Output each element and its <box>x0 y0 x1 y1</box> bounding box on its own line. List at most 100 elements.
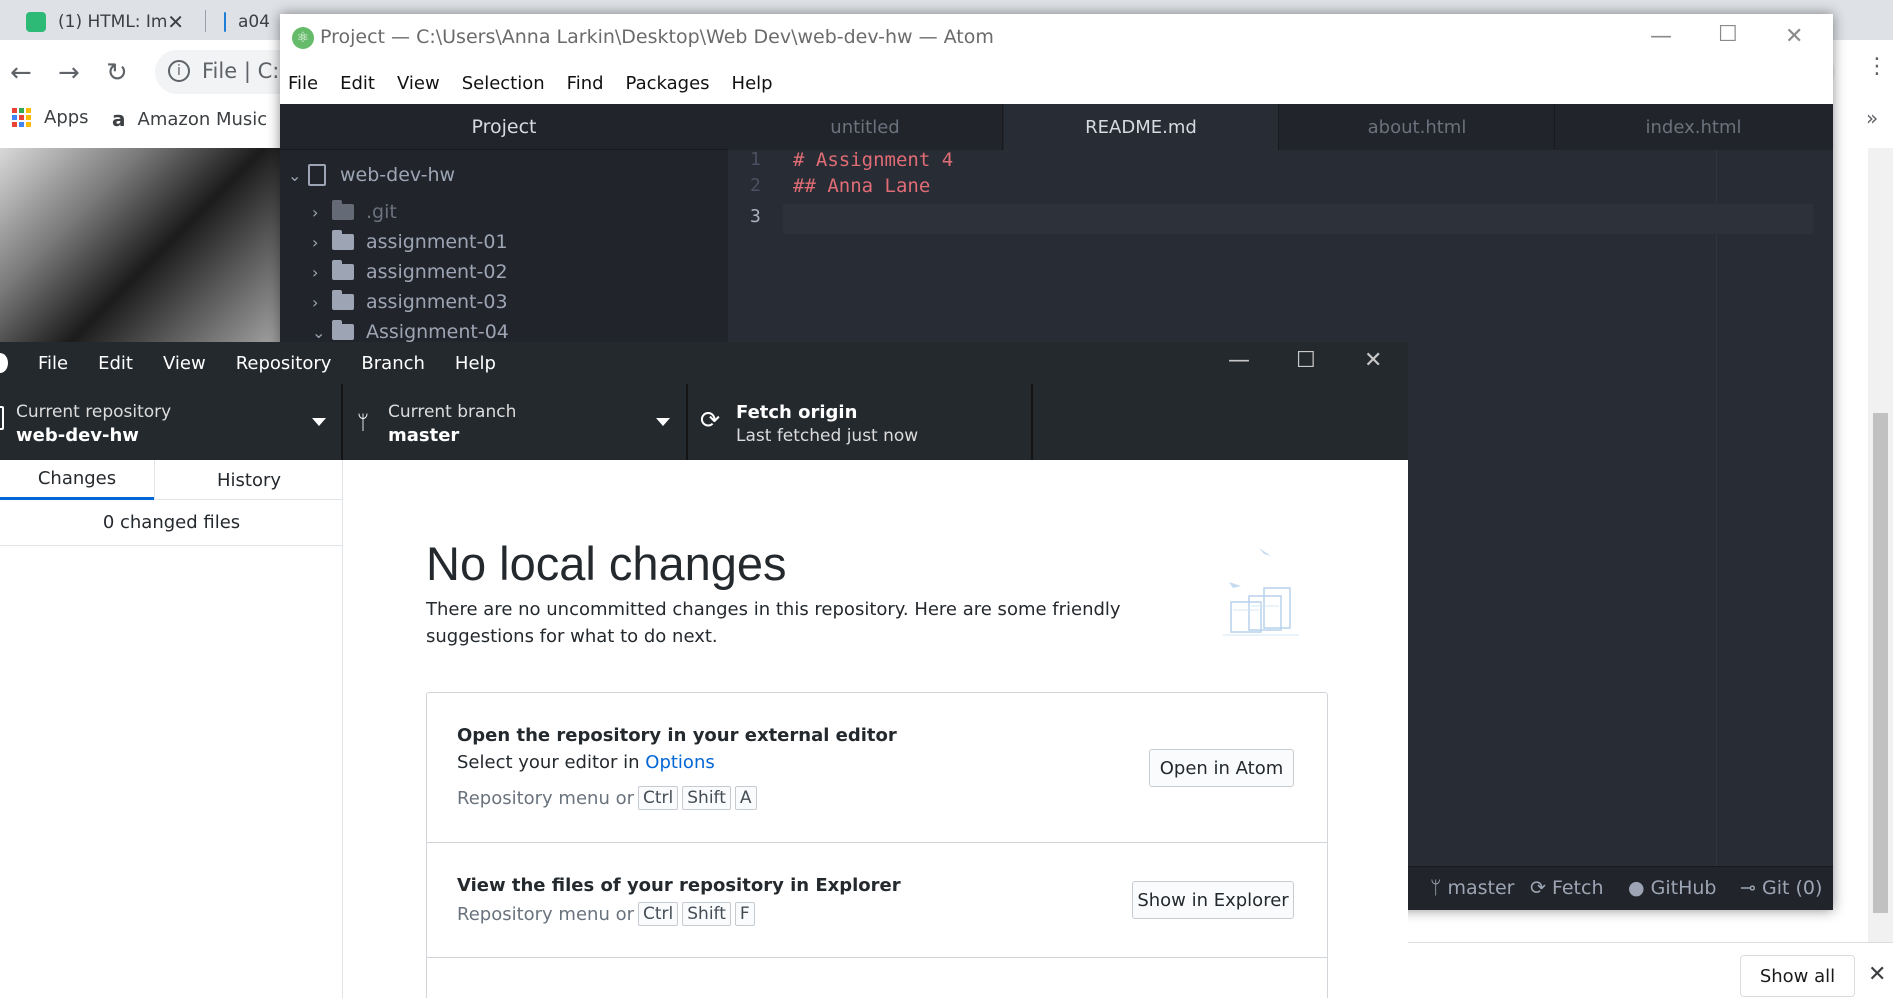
menu-view[interactable]: View <box>397 73 440 94</box>
sync-icon: ⟳ <box>700 406 721 434</box>
gh-menu-branch[interactable]: Branch <box>361 353 425 374</box>
chevron-right-icon: › <box>312 232 319 252</box>
suggestions-card: Open the repository in your external edi… <box>426 692 1328 998</box>
page-scrollbar[interactable] <box>1868 148 1893 968</box>
shortcut-prefix: Repository menu or <box>457 903 634 925</box>
line-number: 1 <box>750 149 761 170</box>
menu-file[interactable]: File <box>288 73 318 94</box>
status-fetch-label: Fetch <box>1551 877 1604 899</box>
bookmark-amazon-music[interactable]: a Amazon Music <box>112 107 267 131</box>
gh-sidebar: Changes History 0 changed files <box>0 460 343 998</box>
info-icon[interactable]: i <box>168 60 190 82</box>
folder-icon <box>332 290 354 310</box>
browser-menu-icon[interactable]: ⋮ <box>1866 54 1888 79</box>
code-line[interactable]: ## Anna Lane <box>793 175 930 197</box>
gh-menu-file[interactable]: File <box>38 353 68 374</box>
gh-menu-edit[interactable]: Edit <box>98 353 133 374</box>
gh-menu-view[interactable]: View <box>163 353 206 374</box>
browser-tab-a04[interactable]: a04 <box>212 4 282 40</box>
menu-find[interactable]: Find <box>567 73 604 94</box>
scrollbar-thumb[interactable] <box>1873 413 1888 913</box>
forward-arrow-icon[interactable]: → <box>58 58 80 88</box>
sync-icon: ⟳ <box>1530 877 1552 899</box>
menu-help[interactable]: Help <box>732 73 773 94</box>
desktop: (1) HTML: Im ✕ a04 ← → ↻ i File | C: App… <box>0 0 1893 998</box>
tab-history[interactable]: History <box>154 460 343 500</box>
suggestion-subtitle: Select your editor in Options <box>457 752 715 773</box>
bookmarks-overflow-icon[interactable]: » <box>1866 106 1878 130</box>
chevron-down-icon: ⌄ <box>288 165 302 185</box>
changed-files-count: 0 changed files <box>0 500 343 546</box>
tree-item-label: assignment-03 <box>366 291 508 313</box>
tab-index[interactable]: index.html <box>1556 104 1831 150</box>
cursor-line-highlight <box>783 204 1813 234</box>
atom-menubar: File Edit View Selection Find Packages H… <box>280 62 1833 104</box>
git-commit-icon: ⊸ <box>1740 877 1762 899</box>
tree-root-label: web-dev-hw <box>340 164 456 186</box>
browser-tab-html[interactable]: (1) HTML: Im ✕ <box>14 4 194 40</box>
current-branch-dropdown[interactable]: ᛘ Current branch master <box>343 384 688 460</box>
status-branch-label: master <box>1447 877 1515 899</box>
menu-edit[interactable]: Edit <box>340 73 375 94</box>
status-github-label: GitHub <box>1650 877 1717 899</box>
status-git[interactable]: ⊸ Git (0) <box>1740 877 1822 899</box>
no-changes-description: There are no uncommitted changes in this… <box>426 599 1121 647</box>
status-fetch[interactable]: ⟳ Fetch <box>1530 877 1604 899</box>
chevron-right-icon: › <box>312 202 319 222</box>
tab-changes[interactable]: Changes <box>0 460 154 500</box>
status-branch[interactable]: ᛘ master <box>1430 877 1514 899</box>
close-icon[interactable]: ✕ <box>1364 348 1382 373</box>
tree-item-assignment-01[interactable]: › assignment-01 <box>312 225 508 259</box>
current-repository-dropdown[interactable]: Current repository web-dev-hw <box>0 384 343 460</box>
maximize-icon[interactable]: ☐ <box>1296 348 1316 373</box>
bookmark-apps[interactable]: Apps <box>12 107 89 128</box>
minimize-icon[interactable]: — <box>1228 348 1250 373</box>
tree-item-assignment-02[interactable]: › assignment-02 <box>312 255 508 289</box>
current-repository-value: web-dev-hw <box>16 425 139 446</box>
atom-window-title: Project — C:\Users\Anna Larkin\Desktop\W… <box>320 26 994 48</box>
tree-item-assignment-03[interactable]: › assignment-03 <box>312 285 508 319</box>
tree-item-git[interactable]: › .git <box>312 195 397 229</box>
current-branch-label: Current branch <box>388 402 517 422</box>
tab-untitled[interactable]: untitled <box>728 104 1003 150</box>
show-all-downloads-button[interactable]: Show all <box>1740 955 1855 997</box>
caret-down-icon <box>656 418 670 426</box>
gh-toolbar: Current repository web-dev-hw ᛘ Current … <box>0 384 1408 460</box>
close-icon[interactable]: ✕ <box>1785 24 1803 49</box>
tree-view-header[interactable]: Project <box>280 104 728 150</box>
tab-readme[interactable]: README.md <box>1004 104 1279 150</box>
show-in-explorer-button[interactable]: Show in Explorer <box>1132 881 1294 919</box>
open-in-atom-button[interactable]: Open in Atom <box>1149 749 1294 787</box>
chevron-right-icon: › <box>312 292 319 312</box>
folder-icon <box>332 320 354 340</box>
status-github[interactable]: ● GitHub <box>1628 877 1716 899</box>
tree-root[interactable]: ⌄ web-dev-hw <box>288 158 455 192</box>
minimize-icon[interactable]: — <box>1650 24 1672 49</box>
tree-item-label: assignment-01 <box>366 231 508 253</box>
close-tab-icon[interactable]: ✕ <box>167 10 184 34</box>
fetch-origin-button[interactable]: ⟳ Fetch origin Last fetched just now <box>688 384 1033 460</box>
line-number: 3 <box>750 206 761 227</box>
shortcut-hint: Repository menu or Ctrl Shift F <box>457 902 755 926</box>
gh-menu-repository[interactable]: Repository <box>236 353 332 374</box>
suggestion-sub-prefix: Select your editor in <box>457 752 646 773</box>
maximize-icon[interactable]: ☐ <box>1718 22 1738 47</box>
reload-icon[interactable]: ↻ <box>106 58 128 88</box>
tab-about[interactable]: about.html <box>1280 104 1555 150</box>
branch-icon: ᛘ <box>1430 877 1448 899</box>
gh-menu-help[interactable]: Help <box>455 353 496 374</box>
key-ctrl: Ctrl <box>638 786 679 810</box>
branch-icon: ᛘ <box>357 410 369 434</box>
empty-state-illustration-icon <box>1223 548 1299 636</box>
menu-selection[interactable]: Selection <box>462 73 545 94</box>
close-download-bar-icon[interactable]: ✕ <box>1868 962 1886 987</box>
bookmark-label: Amazon Music <box>137 108 268 130</box>
fetch-origin-sub: Last fetched just now <box>736 426 919 446</box>
status-git-label: Git (0) <box>1761 877 1823 899</box>
code-line[interactable]: # Assignment 4 <box>793 149 953 171</box>
address-text[interactable]: File | C: <box>202 59 279 83</box>
bookmark-label: Apps <box>44 107 89 128</box>
back-arrow-icon[interactable]: ← <box>10 58 32 88</box>
options-link[interactable]: Options <box>645 752 714 773</box>
menu-packages[interactable]: Packages <box>626 73 710 94</box>
